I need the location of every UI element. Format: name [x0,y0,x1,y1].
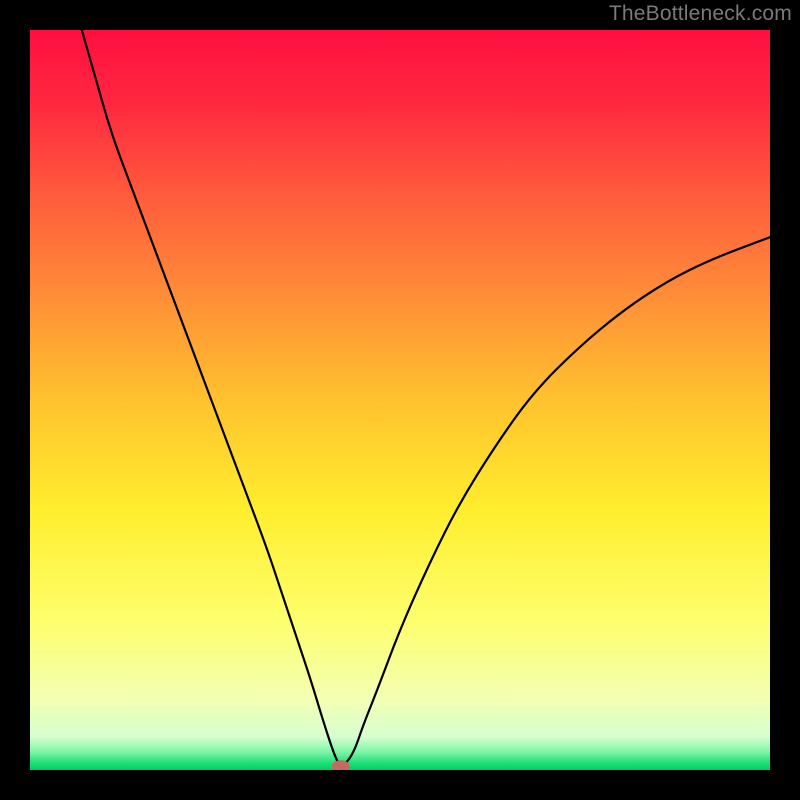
chart-background [30,30,770,770]
attribution-label: TheBottleneck.com [609,2,792,26]
chart-frame: TheBottleneck.com [0,0,800,800]
plot-area [30,30,770,770]
chart-svg [30,30,770,770]
